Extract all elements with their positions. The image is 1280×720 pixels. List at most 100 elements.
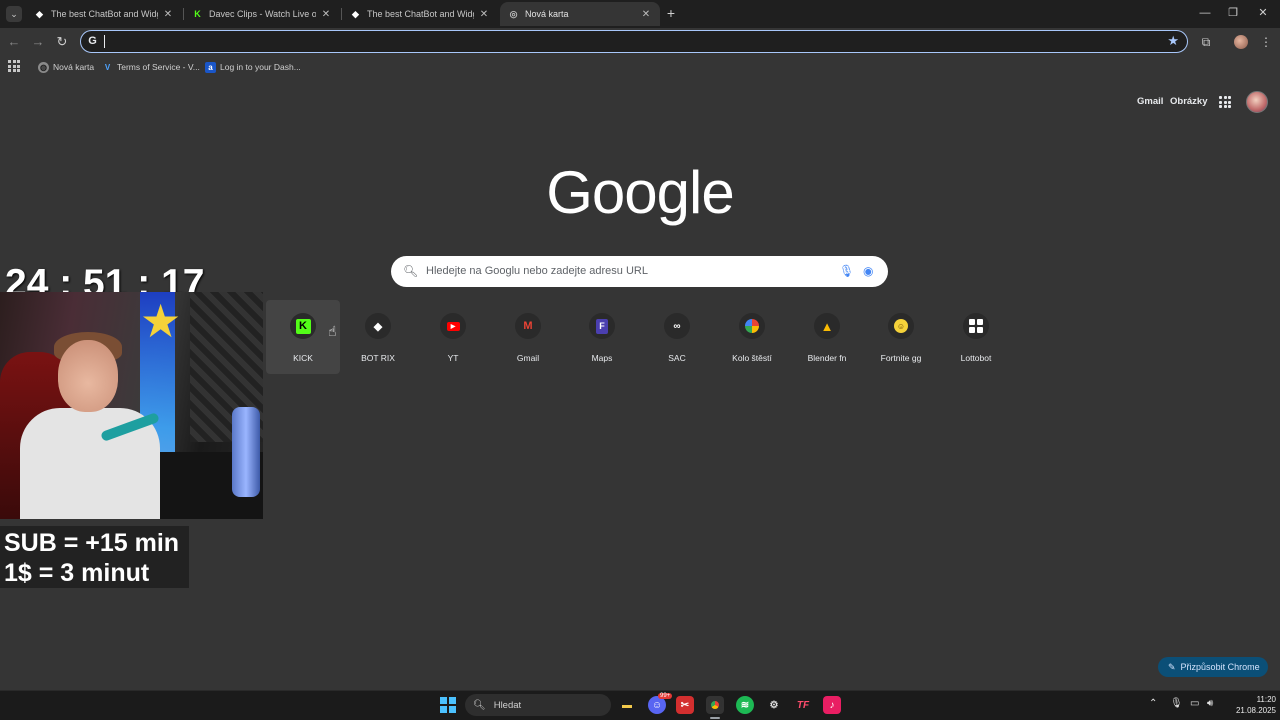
taskbar-clock[interactable]: 11:20 21.08.2025 <box>1226 694 1276 716</box>
bookmark-label: Log in to your Dash... <box>220 62 301 72</box>
shortcut-label: SAC <box>668 353 686 363</box>
tab-title: Nová karta <box>525 9 569 19</box>
gmail-icon: M <box>515 313 541 339</box>
tab-title: The best ChatBot and Widgets f <box>367 9 474 19</box>
tab-botrix-1[interactable]: ◆ The best ChatBot and Widgets f ✕ <box>26 2 182 26</box>
a-icon: a <box>205 61 216 73</box>
globe-icon: ◍ <box>38 61 49 73</box>
google-lens-icon[interactable]: ◉ <box>863 264 873 278</box>
shortcut-label: KICK <box>293 353 313 363</box>
botrix-icon: ◆ <box>352 8 359 19</box>
file-explorer-icon[interactable]: ▬ <box>618 696 636 714</box>
tiktok-icon[interactable]: ♪ <box>823 696 841 714</box>
reload-icon[interactable]: ↻ <box>54 34 70 50</box>
menu-kebab-icon[interactable]: ⋮ <box>1258 34 1274 50</box>
shortcut-label: Maps <box>591 353 613 363</box>
restore-icon[interactable]: ❐ <box>1226 6 1240 20</box>
shortcut-gmail[interactable]: M Gmail <box>491 300 565 374</box>
shortcut-blender[interactable]: ▲ Blender fn <box>790 300 864 374</box>
close-icon[interactable]: ✕ <box>640 9 652 20</box>
close-window-icon[interactable]: ✕ <box>1256 6 1270 20</box>
kick-icon: K <box>194 9 201 19</box>
shortcut-wheel[interactable]: Kolo štěstí <box>715 300 789 374</box>
google-search-box[interactable]: 🔍︎ Hledejte na Googlu nebo zadejte adres… <box>391 256 888 287</box>
search-icon: 🔍︎ <box>403 264 419 278</box>
tab-new-tab[interactable]: ◎ Nová karta ✕ <box>500 2 660 26</box>
shortcut-label: Lottobot <box>960 353 992 363</box>
google-account-avatar[interactable] <box>1246 91 1268 113</box>
microphone-icon[interactable]: 🎙︎ <box>1170 698 1183 709</box>
images-link[interactable]: Obrázky <box>1170 96 1208 107</box>
shortcut-botrix[interactable]: ◆ BOT RIX <box>341 300 415 374</box>
youtube-icon: ▶ <box>440 313 466 339</box>
spotify-icon[interactable]: ≋ <box>736 696 754 714</box>
settings-gear-icon[interactable]: ⚙ <box>765 696 783 714</box>
profile-avatar[interactable] <box>1234 35 1248 49</box>
bookmark-star-icon[interactable]: ★ <box>1167 33 1179 49</box>
bookmarks-bar: ◍ Nová karta V Terms of Service - V... a… <box>0 56 1280 78</box>
tray-chevron-icon[interactable]: ⌃ <box>1149 698 1157 709</box>
streamer-head <box>58 340 118 412</box>
back-icon[interactable]: ← <box>6 34 22 50</box>
bookmark-terms[interactable]: V Terms of Service - V... <box>102 60 200 74</box>
windows-start-icon[interactable] <box>440 697 456 713</box>
shortcut-label: Blender fn <box>807 353 847 363</box>
bookmark-new-tab[interactable]: ◍ Nová karta <box>38 60 94 74</box>
wheel-icon <box>739 313 765 339</box>
google-apps-icon[interactable] <box>1219 96 1231 108</box>
network-icon[interactable]: ▭ <box>1190 698 1199 709</box>
active-app-indicator <box>710 717 720 719</box>
tab-botrix-2[interactable]: ◆ The best ChatBot and Widgets f ✕ <box>342 2 498 26</box>
shortcut-yt[interactable]: ▶ YT <box>416 300 490 374</box>
shortcut-maps[interactable]: F Maps <box>565 300 639 374</box>
microphone-icon[interactable]: 🎙︎ <box>839 264 854 278</box>
google-logo: Google <box>546 159 734 226</box>
subathon-rule-sub: SUB = +15 min <box>4 529 180 557</box>
webcam-feed: ★ <box>0 292 263 519</box>
close-icon[interactable]: ✕ <box>478 9 490 20</box>
address-bar[interactable]: G ★ <box>80 30 1188 53</box>
close-icon[interactable]: ✕ <box>162 9 174 20</box>
tab-search-button[interactable]: ⌄ <box>6 6 22 22</box>
kick-icon: K <box>290 313 316 339</box>
bookmark-label: Terms of Service - V... <box>117 62 200 72</box>
snipping-tool-icon[interactable]: ✂ <box>676 696 694 714</box>
chrome-icon: ◎ <box>509 8 518 19</box>
apps-grid-icon[interactable] <box>8 60 20 72</box>
shortcut-lottobot[interactable]: Lottobot <box>939 300 1013 374</box>
customize-chrome-button[interactable]: ✎ Přizpůsobit Chrome <box>1158 657 1268 677</box>
close-icon[interactable]: ✕ <box>320 9 332 20</box>
tiktok-studio-icon[interactable]: TF <box>794 696 812 714</box>
tab-title: The best ChatBot and Widgets f <box>51 9 158 19</box>
shortcut-sac[interactable]: ∞ SAC <box>640 300 714 374</box>
tab-kick[interactable]: K Davec Clips - Watch Live on Kic ✕ <box>184 2 340 26</box>
forward-icon[interactable]: → <box>30 34 46 50</box>
search-placeholder: Hledejte na Googlu nebo zadejte adresu U… <box>426 265 648 277</box>
taskbar-search[interactable]: 🔍︎ Hledat <box>465 694 611 716</box>
drive-icon: ▲ <box>814 313 840 339</box>
text-caret <box>104 35 105 48</box>
google-g-icon: G <box>88 35 97 47</box>
windows-taskbar: 🔍︎ Hledat ▬ ☺ 99+ ✂ ≋ ⚙ TF ♪ ⌃ 🎙︎ ▭ 🔊︎ 1… <box>0 690 1280 720</box>
minimize-icon[interactable]: — <box>1198 6 1212 20</box>
shortcut-label: Fortnite gg <box>880 353 922 363</box>
shortcut-label: Gmail <box>516 353 540 363</box>
volume-icon[interactable]: 🔊︎ <box>1207 698 1213 709</box>
chrome-taskbar-icon[interactable] <box>706 696 724 714</box>
botrix-icon: ◆ <box>36 8 43 19</box>
v-icon: V <box>104 62 111 72</box>
fortnite-gg-icon: ☺ <box>888 313 914 339</box>
lottobot-icon <box>963 313 989 339</box>
extensions-icon[interactable]: ⧉ <box>1198 34 1214 50</box>
gmail-link[interactable]: Gmail <box>1137 96 1163 107</box>
link-icon: ∞ <box>664 313 690 339</box>
taskbar-search-label: Hledat <box>493 699 522 711</box>
maps-icon: F <box>589 313 615 339</box>
subathon-rule-donation: 1$ = 3 minut <box>4 559 150 587</box>
shortcut-label: YT <box>447 353 459 363</box>
botrix-icon: ◆ <box>365 313 391 339</box>
notification-badge: 99+ <box>658 693 673 699</box>
new-tab-button[interactable]: + <box>664 6 678 20</box>
bookmark-dashboard[interactable]: a Log in to your Dash... <box>205 60 301 74</box>
shortcut-fortnite-gg[interactable]: ☺ Fortnite gg <box>864 300 938 374</box>
